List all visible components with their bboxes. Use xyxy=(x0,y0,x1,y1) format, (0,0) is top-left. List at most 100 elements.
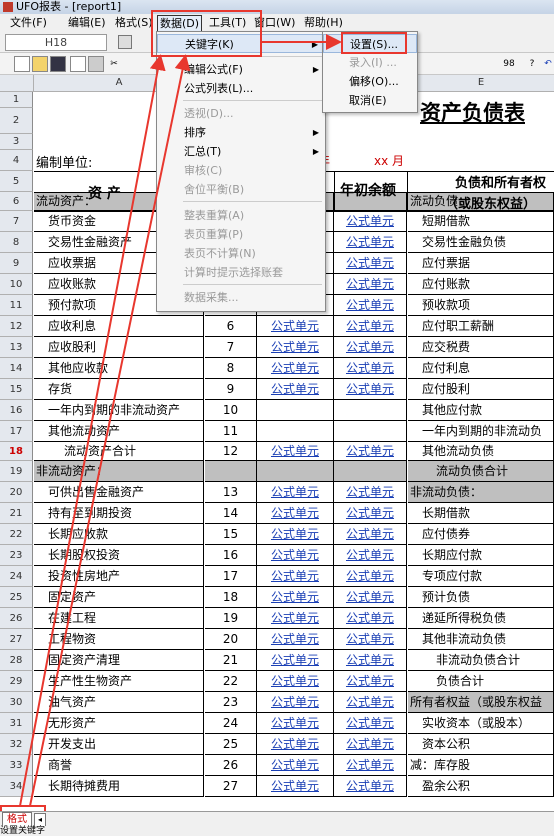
print-preview-icon[interactable] xyxy=(70,56,86,72)
liability-item-cell[interactable]: 应付职工薪酬 xyxy=(408,316,554,337)
row-header[interactable]: 18 xyxy=(0,442,33,461)
tab-scroll-left-icon[interactable]: ◂ xyxy=(34,813,46,827)
cut-icon[interactable]: ✂ xyxy=(106,56,122,72)
asset-item-cell[interactable]: 商誉 xyxy=(34,755,204,776)
row-header[interactable]: 29 xyxy=(0,671,33,692)
asset-item-cell[interactable]: 长期股权投资 xyxy=(34,545,204,566)
liability-item-cell[interactable]: 其他应付款 xyxy=(408,400,554,421)
line-number-cell[interactable] xyxy=(205,461,257,482)
line-number-cell[interactable]: 8 xyxy=(205,358,257,379)
beginning-balance-cell[interactable]: 公式单元 xyxy=(334,358,407,379)
row-header[interactable]: 3 xyxy=(0,134,33,150)
asset-item-cell[interactable]: 投资性房地产 xyxy=(34,566,204,587)
liability-item-cell[interactable]: 资本公积 xyxy=(408,734,554,755)
data-menu-item[interactable]: 表页不计算(N) xyxy=(157,244,325,263)
asset-item-cell[interactable]: 生产性生物资产 xyxy=(34,671,204,692)
row-header[interactable]: 24 xyxy=(0,566,33,587)
row-header[interactable]: 8 xyxy=(0,232,33,253)
liability-item-cell[interactable]: 短期借款 xyxy=(408,211,554,232)
liability-item-cell[interactable]: 实收资本（或股本） xyxy=(408,713,554,734)
ending-balance-cell[interactable]: 公式单元 xyxy=(257,358,334,379)
ending-balance-cell[interactable]: 公式单元 xyxy=(257,316,334,337)
liability-item-cell[interactable]: 预收款项 xyxy=(408,295,554,316)
data-menu-item[interactable]: 计算时提示选择账套 xyxy=(157,263,325,282)
row-header[interactable]: 9 xyxy=(0,253,33,274)
ending-balance-cell[interactable] xyxy=(257,461,334,482)
ending-balance-cell[interactable]: 公式单元 xyxy=(257,608,334,629)
liability-item-cell[interactable]: 流动负债合计 xyxy=(408,461,554,482)
ending-balance-cell[interactable]: 公式单元 xyxy=(257,482,334,503)
line-number-cell[interactable]: 22 xyxy=(205,671,257,692)
beginning-balance-cell[interactable]: 公式单元 xyxy=(334,316,407,337)
corner-header[interactable] xyxy=(0,75,34,92)
ending-balance-cell[interactable]: 公式单元 xyxy=(257,671,334,692)
asset-item-cell[interactable]: 非流动资产： xyxy=(34,461,204,482)
line-number-cell[interactable]: 6 xyxy=(205,316,257,337)
row-header[interactable]: 17 xyxy=(0,421,33,442)
keyword-submenu-item[interactable]: 偏移(O)... xyxy=(323,72,417,91)
row-header[interactable]: 27 xyxy=(0,629,33,650)
beginning-balance-cell[interactable]: 公式单元 xyxy=(334,232,407,253)
liability-item-cell[interactable]: 负债合计 xyxy=(408,671,554,692)
asset-item-cell[interactable]: 可供出售金融资产 xyxy=(34,482,204,503)
row-header[interactable]: 5 xyxy=(0,171,33,192)
line-number-cell[interactable]: 15 xyxy=(205,524,257,545)
asset-item-cell[interactable]: 应收利息 xyxy=(34,316,204,337)
row-header[interactable]: 10 xyxy=(0,274,33,295)
row-header[interactable]: 19 xyxy=(0,461,33,482)
liability-item-cell[interactable]: 减：库存股 xyxy=(408,755,554,776)
row-header[interactable]: 1 xyxy=(0,92,33,108)
beginning-balance-cell[interactable]: 公式单元 xyxy=(334,482,407,503)
liability-item-cell[interactable]: 所有者权益（或股东权益 xyxy=(408,692,554,713)
beginning-balance-cell[interactable]: 公式单元 xyxy=(334,524,407,545)
formula-function-icon[interactable] xyxy=(118,35,132,49)
beginning-balance-cell[interactable]: 公式单元 xyxy=(334,734,407,755)
beginning-balance-cell[interactable] xyxy=(334,421,407,442)
beginning-balance-cell[interactable] xyxy=(334,400,407,421)
asset-item-cell[interactable]: 一年内到期的非流动资产 xyxy=(34,400,204,421)
liability-item-cell[interactable]: 应付债券 xyxy=(408,524,554,545)
ending-balance-cell[interactable]: 公式单元 xyxy=(257,734,334,755)
row-header[interactable]: 22 xyxy=(0,524,33,545)
beginning-balance-cell[interactable]: 公式单元 xyxy=(334,629,407,650)
liability-item-cell[interactable]: 预计负债 xyxy=(408,587,554,608)
data-menu-item[interactable]: 舍位平衡(B) xyxy=(157,180,325,199)
ending-balance-cell[interactable]: 公式单元 xyxy=(257,650,334,671)
liability-item-cell[interactable]: 非流动负债合计 xyxy=(408,650,554,671)
beginning-balance-cell[interactable]: 公式单元 xyxy=(334,566,407,587)
beginning-balance-cell[interactable]: 公式单元 xyxy=(334,211,407,232)
row-header[interactable]: 30 xyxy=(0,692,33,713)
liability-item-cell[interactable]: 交易性金融负债 xyxy=(408,232,554,253)
print-icon[interactable] xyxy=(88,56,104,72)
line-number-cell[interactable]: 9 xyxy=(205,379,257,400)
line-number-cell[interactable]: 24 xyxy=(205,713,257,734)
liability-item-cell[interactable]: 一年内到期的非流动负 xyxy=(408,421,554,442)
liability-item-cell[interactable]: 应付股利 xyxy=(408,379,554,400)
data-menu-item[interactable]: 数据采集... xyxy=(157,288,325,307)
line-number-cell[interactable]: 25 xyxy=(205,734,257,755)
asset-item-cell[interactable]: 应收股利 xyxy=(34,337,204,358)
line-number-cell[interactable]: 10 xyxy=(205,400,257,421)
row-header[interactable]: 7 xyxy=(0,211,33,232)
row-header[interactable]: 28 xyxy=(0,650,33,671)
row-header[interactable]: 2 xyxy=(0,108,33,134)
asset-item-cell[interactable]: 工程物资 xyxy=(34,629,204,650)
line-number-cell[interactable]: 19 xyxy=(205,608,257,629)
data-menu-item[interactable]: 编辑公式(F) ▶ xyxy=(157,60,325,79)
data-menu-item[interactable]: 排序 ▶ xyxy=(157,123,325,142)
line-number-cell[interactable]: 23 xyxy=(205,692,257,713)
beginning-balance-cell[interactable]: 公式单元 xyxy=(334,776,407,797)
ending-balance-cell[interactable]: 公式单元 xyxy=(257,545,334,566)
ending-balance-cell[interactable] xyxy=(257,400,334,421)
ending-balance-cell[interactable]: 公式单元 xyxy=(257,337,334,358)
ending-balance-cell[interactable]: 公式单元 xyxy=(257,442,334,461)
line-number-cell[interactable]: 12 xyxy=(205,442,257,461)
asset-item-cell[interactable]: 其他应收款 xyxy=(34,358,204,379)
row-header[interactable]: 6 xyxy=(0,192,33,211)
beginning-balance-cell[interactable]: 公式单元 xyxy=(334,692,407,713)
data-menu-item[interactable]: 审核(C) xyxy=(157,161,325,180)
liability-item-cell[interactable]: 盈余公积 xyxy=(408,776,554,797)
ending-balance-cell[interactable]: 公式单元 xyxy=(257,524,334,545)
ending-balance-cell[interactable]: 公式单元 xyxy=(257,776,334,797)
beginning-balance-cell[interactable]: 公式单元 xyxy=(334,650,407,671)
